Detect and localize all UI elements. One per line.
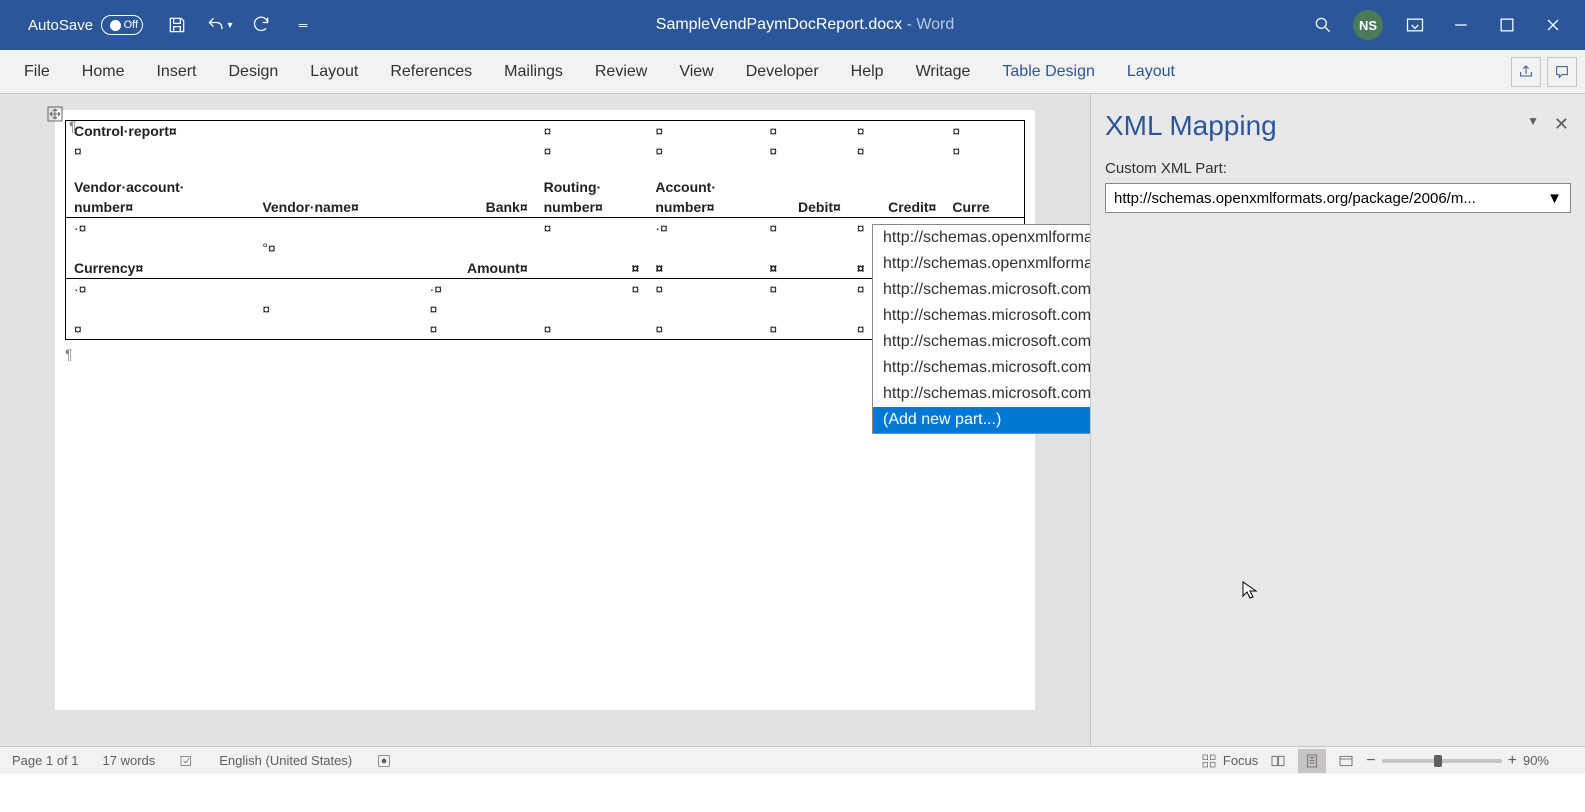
- print-layout-icon[interactable]: [1298, 749, 1326, 773]
- tab-help[interactable]: Help: [835, 50, 900, 93]
- spellcheck-icon[interactable]: [179, 753, 195, 769]
- share-icon[interactable]: [1511, 57, 1541, 87]
- zoom-out-icon[interactable]: −: [1366, 752, 1375, 770]
- maximize-icon[interactable]: [1493, 11, 1521, 39]
- zoom-level[interactable]: 90%: [1523, 753, 1549, 768]
- redo-icon[interactable]: [247, 11, 275, 39]
- tab-layout[interactable]: Layout: [294, 50, 374, 93]
- chevron-down-icon: ▼: [1547, 190, 1562, 207]
- dropdown-option[interactable]: http://schemas.microsoft.com/sharepoint/…: [873, 329, 1090, 355]
- tab-design[interactable]: Design: [212, 50, 294, 93]
- tab-file[interactable]: File: [8, 50, 66, 93]
- table-title: Control·report¤: [66, 121, 536, 142]
- read-mode-icon[interactable]: [1264, 749, 1292, 773]
- xml-part-dropdown-list: http://schemas.openxmlformats.org/packag…: [872, 224, 1090, 434]
- web-layout-icon[interactable]: [1332, 749, 1360, 773]
- dropdown-option[interactable]: http://schemas.microsoft.com/office/2006…: [873, 277, 1090, 303]
- pane-combo-label: Custom XML Part:: [1105, 160, 1571, 177]
- xml-mapping-pane: XML Mapping ▼ ✕ Custom XML Part: http://…: [1090, 94, 1585, 746]
- save-icon[interactable]: [163, 11, 191, 39]
- dropdown-option[interactable]: http://schemas.microsoft.com/office/2006…: [873, 381, 1090, 407]
- user-avatar[interactable]: NS: [1353, 10, 1383, 40]
- minimize-icon[interactable]: [1447, 11, 1475, 39]
- undo-icon[interactable]: ▾: [205, 11, 233, 39]
- pane-close-icon[interactable]: ✕: [1554, 114, 1569, 135]
- zoom-slider[interactable]: [1382, 759, 1502, 763]
- tab-writage[interactable]: Writage: [900, 50, 987, 93]
- pane-options-icon[interactable]: ▼: [1527, 114, 1539, 128]
- tab-developer[interactable]: Developer: [730, 50, 835, 93]
- dropdown-option-add-new[interactable]: (Add new part...): [873, 407, 1090, 433]
- status-page[interactable]: Page 1 of 1: [12, 753, 79, 768]
- tab-home[interactable]: Home: [66, 50, 141, 93]
- pane-title: XML Mapping: [1105, 110, 1571, 142]
- macro-record-icon[interactable]: [376, 753, 392, 769]
- window-controls: NS: [1353, 10, 1567, 40]
- xml-part-combo[interactable]: http://schemas.openxmlformats.org/packag…: [1105, 183, 1571, 213]
- tab-insert[interactable]: Insert: [140, 50, 212, 93]
- focus-mode-button[interactable]: Focus: [1201, 753, 1258, 769]
- table-move-handle-icon[interactable]: [47, 106, 63, 122]
- tab-view[interactable]: View: [663, 50, 729, 93]
- search-icon[interactable]: [1309, 11, 1337, 39]
- title-bar: AutoSave Off ▾ ═ SampleVendPaymDocReport…: [0, 0, 1585, 50]
- ribbon-tabs: File Home Insert Design Layout Reference…: [0, 50, 1585, 94]
- status-language[interactable]: English (United States): [219, 753, 352, 768]
- close-icon[interactable]: [1539, 11, 1567, 39]
- quick-access-toolbar: ▾ ═: [163, 11, 317, 39]
- tab-table-layout[interactable]: Layout: [1111, 50, 1191, 93]
- autosave-label: AutoSave: [28, 17, 93, 34]
- status-word-count[interactable]: 17 words: [103, 753, 156, 768]
- combo-selected-value: http://schemas.openxmlformats.org/packag…: [1114, 190, 1476, 207]
- qat-customize-icon[interactable]: ═: [289, 11, 317, 39]
- zoom-in-icon[interactable]: +: [1508, 752, 1517, 770]
- tab-table-design[interactable]: Table Design: [986, 50, 1111, 93]
- dropdown-option[interactable]: http://schemas.openxmlformats.org/packag…: [873, 225, 1090, 251]
- tab-references[interactable]: References: [374, 50, 488, 93]
- comments-icon[interactable]: [1547, 57, 1577, 87]
- autosave-toggle[interactable]: AutoSave Off: [28, 15, 143, 35]
- tab-mailings[interactable]: Mailings: [488, 50, 579, 93]
- ribbon-display-icon[interactable]: [1401, 11, 1429, 39]
- status-bar: Page 1 of 1 17 words English (United Sta…: [0, 746, 1585, 774]
- document-canvas[interactable]: ¶ Control·report¤ ¤¤¤¤¤ ¤¤¤¤¤¤ Vendor·ac…: [0, 94, 1090, 746]
- document-title: SampleVendPaymDocReport.docx - Word: [317, 16, 1293, 34]
- tab-review[interactable]: Review: [579, 50, 663, 93]
- dropdown-option[interactable]: http://schemas.microsoft.com/sharepoint/…: [873, 355, 1090, 381]
- dropdown-option[interactable]: http://schemas.microsoft.com/office/2006…: [873, 303, 1090, 329]
- dropdown-option[interactable]: http://schemas.openxmlformats.org/office…: [873, 251, 1090, 277]
